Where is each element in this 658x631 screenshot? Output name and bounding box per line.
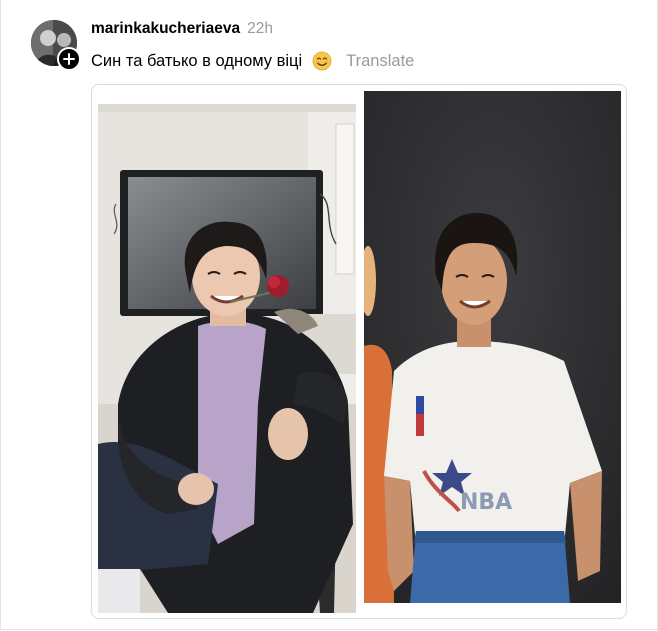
post-timestamp[interactable]: 22h xyxy=(247,20,273,38)
post-header: marinkakucheriaeva 22h xyxy=(91,20,273,44)
caption-text: Син та батько в одному віці xyxy=(91,51,303,70)
photo-father[interactable]: NBA xyxy=(364,91,621,603)
username-link[interactable]: marinkakucheriaeva xyxy=(91,20,240,38)
translate-link[interactable]: Translate xyxy=(346,52,414,71)
plus-icon xyxy=(63,53,75,65)
svg-text:NBA: NBA xyxy=(460,490,512,515)
photo-son[interactable] xyxy=(98,104,356,613)
post-caption: Син та батько в одному віці Translate xyxy=(91,49,414,73)
follow-button[interactable] xyxy=(57,47,81,71)
smiling-face-emoji-icon xyxy=(312,51,332,71)
